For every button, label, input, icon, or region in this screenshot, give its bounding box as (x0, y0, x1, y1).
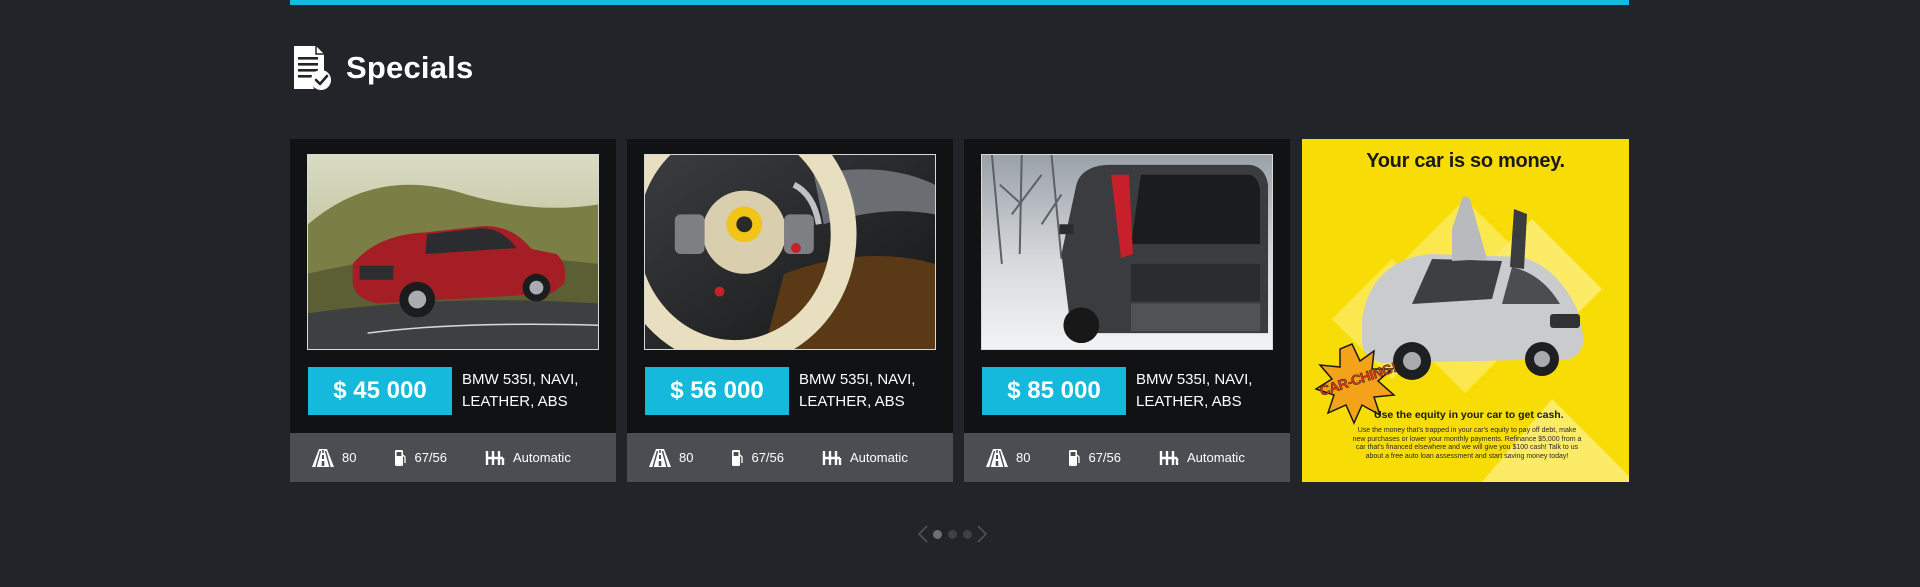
document-check-icon (294, 46, 331, 90)
fuel-value: 67/56 (414, 450, 448, 465)
fuel-value: 67/56 (1088, 450, 1122, 465)
fuel-pump-icon (732, 449, 744, 466)
accent-bar (290, 0, 1629, 5)
red-sedan-photo[interactable] (307, 154, 599, 350)
chevron-left-icon[interactable] (916, 524, 930, 544)
mileage-spec: 80 (986, 448, 1031, 467)
fuel-spec: 67/56 (394, 449, 447, 467)
carousel-pager (916, 524, 989, 544)
pager-dot-3[interactable] (963, 529, 972, 539)
suv-in-snow-photo[interactable] (981, 154, 1273, 350)
fuel-pump-icon (395, 449, 407, 466)
fuel-pump-icon (1069, 449, 1081, 466)
ad-title: Your car is so money. (1366, 150, 1565, 172)
specials-section: Specials $ 45 000 BMW 535I, NAVI, LEATHE… (0, 0, 1920, 587)
car-model: BMW 535I, NAVI, LEATHER, ABS (462, 371, 579, 410)
gearbox-icon (485, 450, 505, 465)
fuel-spec: 67/56 (1068, 449, 1121, 467)
car-model: BMW 535I, NAVI, LEATHER, ABS (1136, 371, 1253, 410)
fuel-value: 67/56 (751, 450, 785, 465)
car-model: BMW 535I, NAVI, LEATHER, ABS (799, 371, 916, 410)
road-icon (649, 448, 671, 467)
price-button[interactable]: $ 85 000 (982, 367, 1126, 415)
transmission-spec: Automatic (1159, 450, 1245, 466)
spec-bar: 80 67/56 Automatic (290, 433, 616, 482)
transmission-value: Automatic (513, 450, 571, 465)
special-card[interactable]: $ 45 000 BMW 535I, NAVI, LEATHER, ABS 80 (290, 139, 616, 482)
fuel-spec: 67/56 (731, 449, 784, 467)
ad-subtitle: Use the equity in your car to get cash. (1374, 409, 1564, 421)
mileage-spec: 80 (312, 448, 357, 467)
mileage-spec: 80 (649, 448, 694, 467)
section-title: Specials (346, 50, 474, 85)
pager-dot-2[interactable] (948, 529, 957, 539)
price-button[interactable]: $ 56 000 (645, 367, 789, 415)
special-card[interactable]: $ 56 000 BMW 535I, NAVI, LEATHER, ABS 80 (627, 139, 953, 482)
ad-body: Use the money that's trapped in your car… (1352, 427, 1582, 460)
spec-bar: 80 67/56 Automatic (964, 433, 1290, 482)
section-header: Specials (290, 45, 473, 91)
loan-ad-banner[interactable]: Your car is so money. CAR-CHING! Use the… (1302, 139, 1629, 482)
transmission-value: Automatic (1187, 450, 1245, 465)
mileage-value: 80 (342, 450, 357, 465)
steering-wheel-photo[interactable] (644, 154, 936, 350)
mileage-value: 80 (679, 450, 694, 465)
price-button[interactable]: $ 45 000 (308, 367, 452, 415)
pager-dot-1[interactable] (933, 529, 942, 539)
transmission-spec: Automatic (485, 450, 571, 466)
spec-bar: 80 67/56 Automatic (627, 433, 953, 482)
transmission-value: Automatic (850, 450, 908, 465)
gearbox-icon (822, 450, 842, 465)
transmission-spec: Automatic (822, 450, 908, 466)
road-icon (312, 448, 334, 467)
special-card[interactable]: $ 85 000 BMW 535I, NAVI, LEATHER, ABS 80 (964, 139, 1290, 482)
chevron-right-icon[interactable] (975, 524, 989, 544)
mileage-value: 80 (1016, 450, 1031, 465)
gearbox-icon (1159, 450, 1179, 465)
road-icon (986, 448, 1008, 467)
